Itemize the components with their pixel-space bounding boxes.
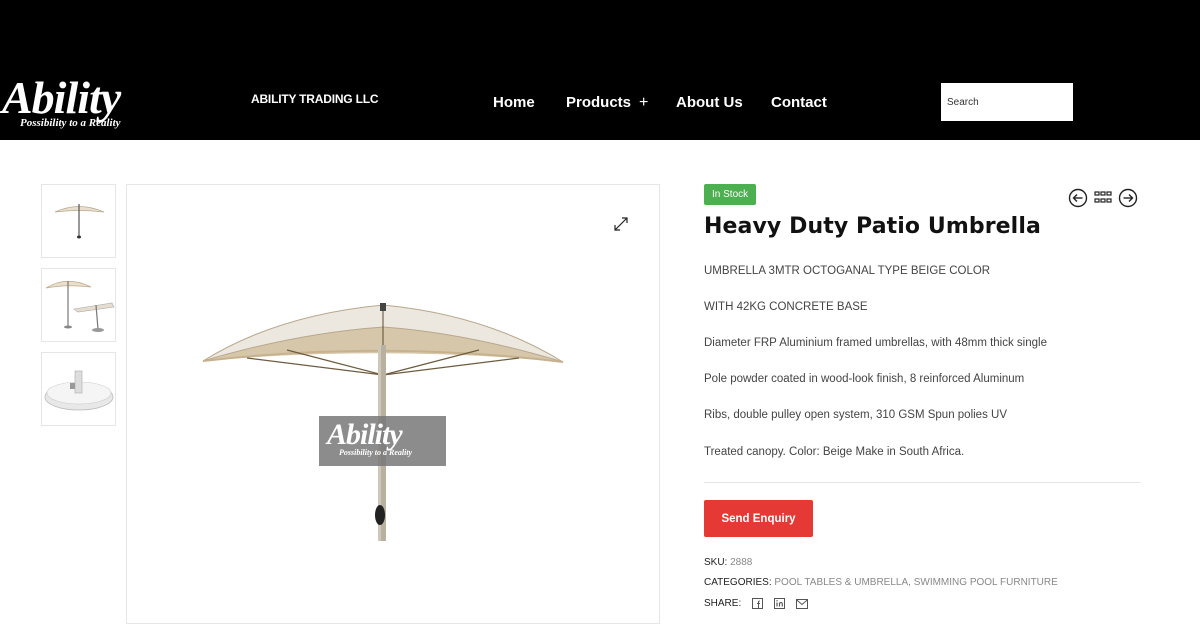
description-line: Ribs, double pulley open system, 310 GSM… (704, 409, 1007, 421)
categories-row: CATEGORIES: POOL TABLES & UMBRELLA, SWIM… (704, 577, 1058, 588)
logo-wordmark: Ability (2, 72, 121, 123)
facebook-icon[interactable] (752, 598, 764, 609)
search-input[interactable] (941, 83, 1073, 121)
sku-value: 2888 (730, 557, 753, 568)
description-line: Pole powder coated in wood-look finish, … (704, 373, 1025, 385)
category-link[interactable]: SWIMMING POOL FURNITURE (914, 577, 1058, 588)
plus-icon: + (639, 94, 649, 111)
category-link[interactable]: POOL TABLES & UMBRELLA (774, 577, 908, 588)
product-title: Heavy Duty Patio Umbrella (704, 214, 1041, 239)
umbrella-side-thumb-image (45, 280, 115, 332)
description-line: Diameter FRP Aluminium framed umbrellas,… (704, 337, 1047, 349)
umbrella-image (202, 303, 564, 541)
thumbnail-umbrella-side[interactable] (41, 268, 116, 342)
nav-products[interactable]: Products + (566, 94, 648, 112)
watermark-logo: Ability Possibility to a Reality (319, 416, 446, 466)
share-label: SHARE: (704, 598, 742, 610)
divider (704, 482, 1141, 483)
stock-badge: In Stock (704, 184, 757, 205)
description-line: UMBRELLA 3MTR OCTOGANAL TYPE BEIGE COLOR (704, 265, 991, 277)
sku-row: SKU: 2888 (704, 557, 752, 568)
watermark-wordmark: Ability (327, 418, 403, 451)
nav-products-label: Products (566, 94, 632, 111)
umbrella-thumb-image (54, 204, 105, 239)
expand-icon[interactable] (612, 215, 630, 233)
thumbnail-umbrella[interactable] (41, 184, 116, 258)
site-header: Ability Possibility to a Reality ABILITY… (0, 0, 1200, 140)
description-line: Treated canopy. Color: Beige Make in Sou… (704, 446, 965, 458)
nav-home[interactable]: Home (493, 94, 535, 111)
thumbnail-base[interactable] (41, 352, 116, 426)
linkedin-icon[interactable] (773, 598, 785, 609)
description-line: WITH 42KG CONCRETE BASE (704, 301, 868, 313)
categories-label: CATEGORIES: (704, 577, 772, 588)
base-thumb-image (44, 370, 114, 411)
nav-about[interactable]: About Us (676, 94, 743, 111)
send-enquiry-button[interactable]: Send Enquiry (704, 500, 813, 537)
site-logo[interactable]: Ability Possibility to a Reality (2, 74, 167, 134)
email-icon[interactable] (795, 598, 808, 609)
logo-tagline: Possibility to a Reality (20, 117, 121, 129)
sku-label: SKU: (704, 557, 728, 568)
grid-icon[interactable] (1094, 190, 1112, 206)
nav-contact[interactable]: Contact (771, 94, 827, 111)
company-name: ABILITY TRADING LLC (251, 92, 379, 106)
main-product-image[interactable]: Ability Possibility to a Reality (126, 184, 660, 624)
arrow-left-circle-icon[interactable] (1068, 188, 1088, 208)
watermark-tagline: Possibility to a Reality (339, 448, 413, 457)
arrow-right-circle-icon[interactable] (1118, 188, 1138, 208)
share-row: SHARE: (704, 598, 808, 609)
